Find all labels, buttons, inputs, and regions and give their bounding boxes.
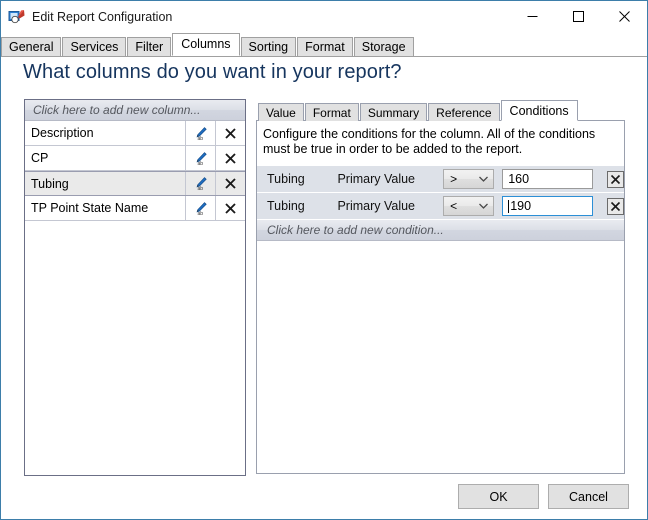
tab-reference[interactable]: Reference xyxy=(428,103,500,121)
tab-format-detail[interactable]: Format xyxy=(304,103,359,121)
add-new-condition-row[interactable]: Click here to add new condition... xyxy=(257,220,624,241)
delete-column-button[interactable] xyxy=(215,196,245,220)
delete-column-button[interactable] xyxy=(215,172,245,195)
maximize-button[interactable] xyxy=(555,1,601,32)
tab-summary[interactable]: Summary xyxy=(359,103,428,121)
condition-operator-select[interactable]: > xyxy=(443,169,495,189)
condition-row[interactable]: Tubing Primary Value < 190 xyxy=(257,193,624,220)
condition-property-label: Primary Value xyxy=(337,199,416,213)
svg-text:ab: ab xyxy=(198,186,204,191)
conditions-description: Configure the conditions for the column.… xyxy=(263,127,596,156)
pencil-ab-icon[interactable]: ab xyxy=(185,121,215,145)
column-name-label: CP xyxy=(31,151,49,165)
delete-column-button[interactable] xyxy=(215,121,245,145)
main-tab-strip: General Services Filter Columns Sorting … xyxy=(1,33,647,57)
pencil-ab-icon[interactable]: ab xyxy=(185,146,215,170)
condition-column-label: Tubing xyxy=(267,199,305,213)
svg-text:ab: ab xyxy=(198,161,204,166)
detail-tab-strip: Value Format Summary Reference Condition… xyxy=(258,100,638,121)
condition-value-text: 190 xyxy=(510,199,532,213)
conditions-panel: Configure the conditions for the column.… xyxy=(256,120,625,474)
condition-operator-value: > xyxy=(450,172,458,186)
text-caret xyxy=(508,199,510,213)
columns-list: Click here to add new column... Descript… xyxy=(24,99,246,476)
pencil-ab-icon[interactable]: ab xyxy=(185,172,215,195)
tab-conditions[interactable]: Conditions xyxy=(500,100,578,121)
tab-format[interactable]: Format xyxy=(297,37,353,56)
condition-operator-select[interactable]: < xyxy=(443,196,495,216)
tab-storage[interactable]: Storage xyxy=(353,37,414,56)
window-controls xyxy=(509,1,647,32)
condition-value-text: 160 xyxy=(508,172,530,186)
condition-value-input[interactable]: 160 xyxy=(502,169,594,189)
delete-condition-button[interactable] xyxy=(607,170,624,188)
report-config-icon xyxy=(8,8,25,25)
ok-button[interactable]: OK xyxy=(458,484,539,509)
column-row-tubing[interactable]: Tubing ab xyxy=(25,171,245,196)
svg-text:ab: ab xyxy=(198,136,204,141)
column-name-label: Description xyxy=(31,126,94,140)
chevron-down-icon xyxy=(478,172,489,186)
condition-property-label: Primary Value xyxy=(337,172,416,186)
delete-column-button[interactable] xyxy=(215,146,245,170)
condition-row[interactable]: Tubing Primary Value > 160 xyxy=(257,166,624,193)
column-row-tp-point-state-name[interactable]: TP Point State Name ab xyxy=(25,196,245,221)
tab-columns[interactable]: Columns xyxy=(172,33,240,56)
close-button[interactable] xyxy=(601,1,647,32)
tab-services[interactable]: Services xyxy=(62,37,127,56)
condition-value-input[interactable]: 190 xyxy=(502,196,594,216)
pencil-ab-icon[interactable]: ab xyxy=(185,196,215,220)
minimize-button[interactable] xyxy=(509,1,555,32)
column-row-description[interactable]: Description ab xyxy=(25,121,245,146)
condition-operator-value: < xyxy=(450,199,458,213)
edit-report-configuration-dialog: Edit Report Configuration General Servic… xyxy=(0,0,648,520)
dialog-button-bar: OK Cancel xyxy=(449,484,629,509)
column-row-cp[interactable]: CP ab xyxy=(25,146,245,171)
cancel-button[interactable]: Cancel xyxy=(548,484,629,509)
window-title: Edit Report Configuration xyxy=(32,9,173,24)
column-name-label: TP Point State Name xyxy=(31,201,149,215)
delete-condition-button[interactable] xyxy=(607,197,624,215)
page-title: What columns do you want in your report? xyxy=(23,61,402,83)
add-new-column-row[interactable]: Click here to add new column... xyxy=(25,100,245,121)
tab-value[interactable]: Value xyxy=(258,103,304,121)
condition-column-label: Tubing xyxy=(267,172,305,186)
tab-sorting[interactable]: Sorting xyxy=(240,37,297,56)
chevron-down-icon xyxy=(478,199,489,213)
column-name-label: Tubing xyxy=(31,176,69,191)
title-bar: Edit Report Configuration xyxy=(1,1,647,32)
tab-general[interactable]: General xyxy=(1,37,62,56)
svg-text:ab: ab xyxy=(198,211,204,216)
conditions-list: Tubing Primary Value > 160 Tubing Primar… xyxy=(257,166,624,241)
tab-filter[interactable]: Filter xyxy=(127,37,172,56)
